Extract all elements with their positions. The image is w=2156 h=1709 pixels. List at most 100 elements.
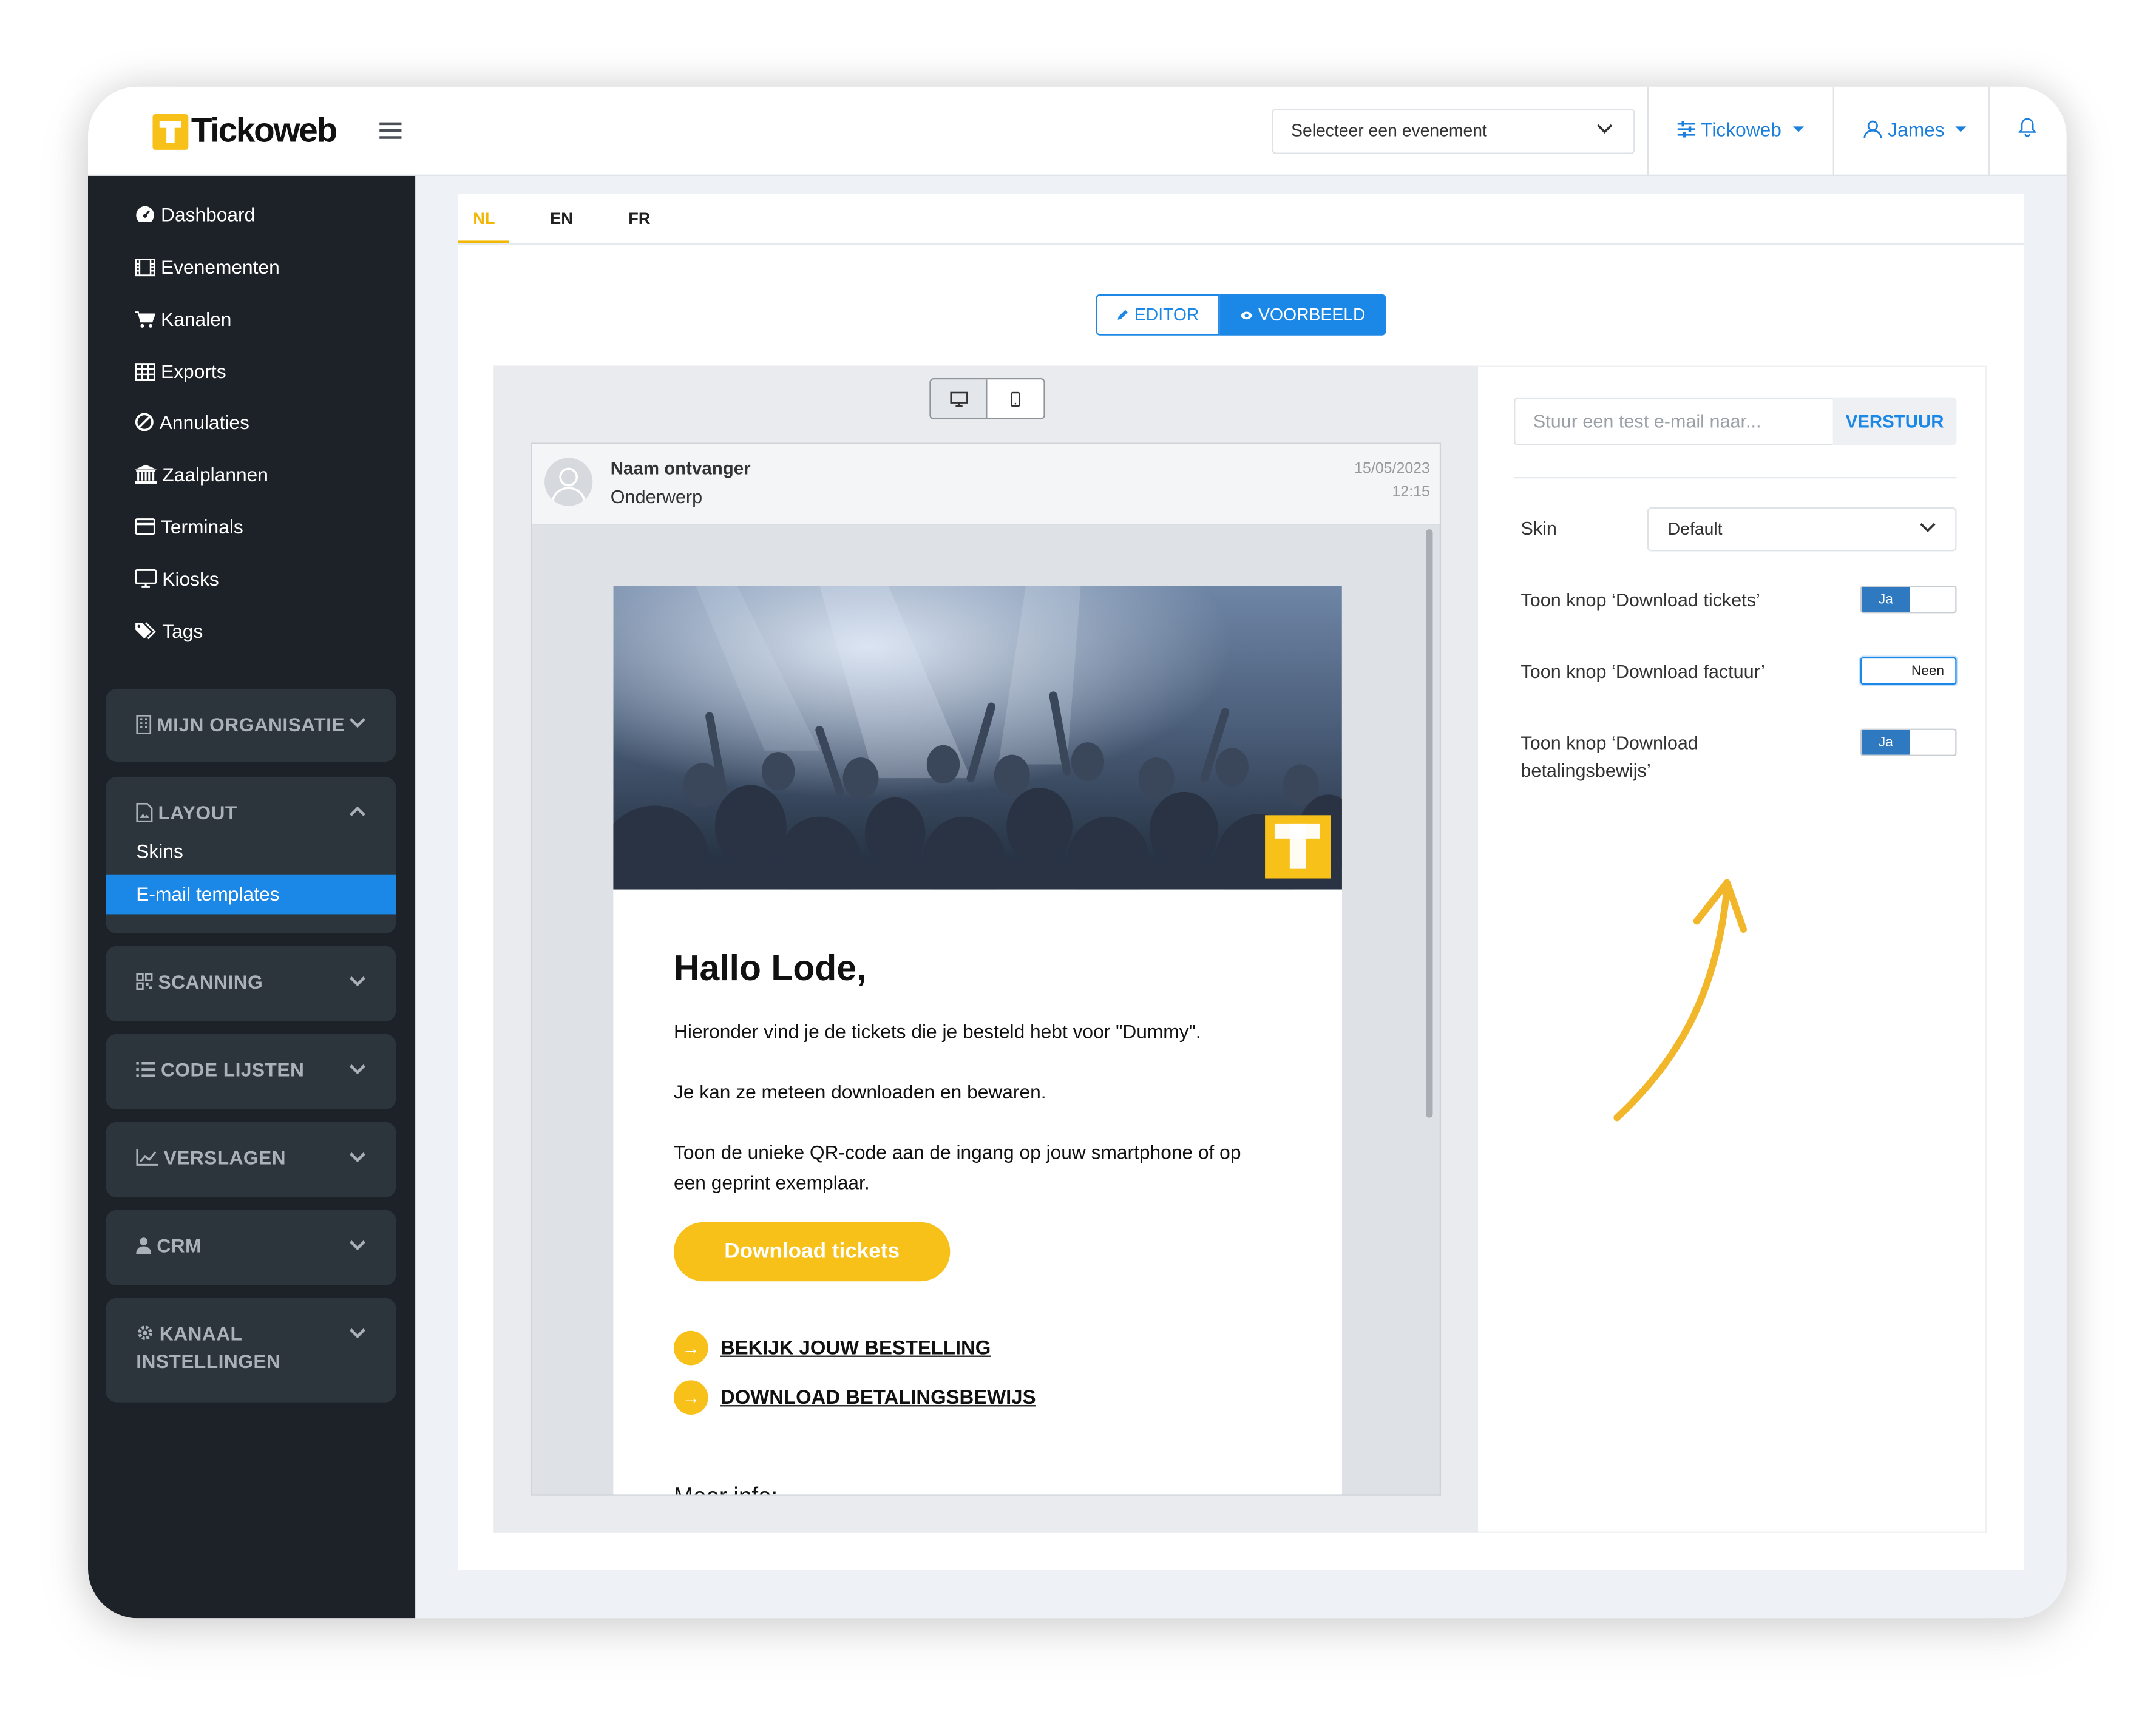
desktop-view-button[interactable] [931, 379, 988, 418]
toggle-download-betalingsbewijs[interactable]: Ja [1860, 728, 1957, 756]
sidebar-group-crm[interactable]: CRM [106, 1210, 396, 1286]
caret-down-icon [1792, 126, 1804, 132]
org-menu[interactable]: Tickoweb [1677, 118, 1804, 141]
tab-nl[interactable]: NL [473, 209, 495, 228]
bell-icon[interactable] [2018, 117, 2036, 138]
sidebar-group-mijn-organisatie[interactable]: MIJN ORGANISATIE [106, 688, 396, 762]
org-menu-label: Tickoweb [1701, 118, 1781, 141]
sidebar-item-kiosks[interactable]: Kiosks [135, 568, 219, 590]
sidebar-item-tags[interactable]: Tags [135, 620, 203, 642]
sidebar-item-annulaties[interactable]: Annulaties [135, 411, 249, 433]
sidebar-item-label: Kanalen [161, 308, 232, 330]
view-order-link[interactable]: → BEKIJK JOUW BESTELLING [673, 1330, 991, 1366]
chevron-down-icon [350, 1240, 365, 1251]
group-label: VERSLAGEN [163, 1146, 286, 1169]
send-test-button[interactable]: VERSTUUR [1832, 397, 1957, 445]
skin-select-value: Default [1667, 519, 1723, 539]
active-tab-indicator [458, 240, 509, 243]
tab-en[interactable]: EN [550, 209, 573, 228]
tab-fr[interactable]: FR [628, 209, 650, 228]
toggle-label-line: Toon knop ‘Download [1520, 733, 1698, 754]
eye-icon [1241, 311, 1253, 319]
toggle-on-state: Ja [1862, 587, 1910, 612]
email-paragraph: Toon de unieke QR-code aan de ingang op … [673, 1141, 1241, 1194]
sidebar-subitem-email-templates[interactable]: E-mail templates [106, 874, 396, 915]
email-header: Naam ontvanger Onderwerp 15/05/2023 12:1… [532, 444, 1440, 526]
group-title: VERSLAGEN [136, 1144, 286, 1171]
sidebar-item-label: Kiosks [162, 567, 219, 590]
arrow-right-icon: → [673, 1380, 708, 1415]
file-image-icon [136, 802, 153, 822]
sidebar-group-code-lijsten[interactable]: CODE LIJSTEN [106, 1034, 396, 1110]
user-icon [1863, 120, 1882, 138]
group-title: CODE LIJSTEN [136, 1056, 304, 1083]
logo-text: Tickoweb [191, 111, 337, 150]
chevron-up-icon [350, 806, 365, 816]
download-tickets-button[interactable]: Download tickets [673, 1222, 951, 1282]
language-tabs: NL EN FR [458, 194, 2024, 245]
user-menu[interactable]: James [1863, 118, 1967, 141]
tags-icon [135, 622, 156, 640]
sidebar-group-verslagen[interactable]: VERSLAGEN [106, 1122, 396, 1198]
line-chart-icon [136, 1149, 158, 1166]
group-title: MIJN ORGANISATIE [136, 711, 345, 738]
sidebar-group-layout[interactable]: LAYOUT Skins E-mail templates [106, 776, 396, 934]
preview-button[interactable]: VOORBEELD [1219, 294, 1386, 336]
download-receipt-link[interactable]: → DOWNLOAD BETALINGSBEWIJS [673, 1380, 1036, 1415]
group-label-line1: KANAAL [159, 1322, 243, 1345]
mobile-icon [1011, 391, 1020, 407]
sidebar-item-kanalen[interactable]: Kanalen [134, 308, 232, 330]
event-select-value: Selecteer een evenement [1291, 121, 1487, 141]
editor-button[interactable]: EDITOR [1096, 294, 1220, 336]
desktop-icon [949, 391, 968, 407]
sidebar-group-kanaal-instellingen[interactable]: KANAAL INSTELLINGEN [106, 1298, 396, 1403]
email-greeting: Hallo Lode, [673, 947, 867, 989]
divider [1514, 477, 1957, 479]
pencil-icon [1117, 310, 1128, 320]
email-sender: Naam ontvanger [610, 458, 751, 479]
scrollbar[interactable] [1426, 529, 1433, 1118]
mobile-view-button[interactable] [987, 379, 1044, 418]
sidebar-subitem-skins[interactable]: Skins [136, 840, 183, 862]
device-toggle [929, 377, 1045, 419]
main-panel: NL EN FR EDITOR VOORBEELD Naam ontvanger… [458, 194, 2024, 1570]
preview-button-label: VOORBEELD [1258, 305, 1366, 325]
event-select[interactable]: Selecteer een evenement [1272, 108, 1635, 154]
list-icon [136, 1061, 155, 1077]
menu-toggle-icon[interactable] [379, 122, 402, 140]
skin-label: Skin [1520, 518, 1557, 539]
group-title: SCANNING [136, 968, 263, 995]
sidebar-item-zaalplannen[interactable]: Zaalplannen [134, 463, 268, 486]
toggle-download-tickets[interactable]: Ja [1860, 586, 1957, 614]
skin-select[interactable]: Default [1647, 507, 1957, 552]
group-label: MIJN ORGANISATIE [157, 713, 345, 736]
card-icon [135, 518, 155, 535]
test-email-input[interactable]: Stuur een test e-mail naar... [1514, 397, 1833, 445]
logo[interactable]: Tickoweb [152, 111, 337, 151]
chevron-down-icon [350, 1328, 365, 1339]
toggle-download-factuur[interactable]: Neen [1860, 657, 1957, 685]
building-icon [136, 714, 152, 734]
sidebar-item-label: Terminals [161, 515, 243, 538]
annotation-arrow-icon [1613, 879, 1748, 1122]
sidebar-item-exports[interactable]: Exports [135, 360, 226, 382]
sidebar-item-evenementen[interactable]: Evenementen [135, 256, 280, 278]
caret-down-icon [1955, 126, 1967, 132]
download-receipt-link-label: DOWNLOAD BETALINGSBEWIJS [720, 1386, 1036, 1409]
app-window: Tickoweb Selecteer een evenement Tickowe… [87, 86, 2067, 1619]
toggle-label-line: betalingsbewijs’ [1520, 760, 1651, 781]
qrcode-icon [136, 973, 153, 990]
sidebar-item-label: Zaalplannen [162, 463, 268, 486]
email-preview-area: Naam ontvanger Onderwerp 15/05/2023 12:1… [493, 365, 1479, 1533]
group-label: CRM [157, 1234, 202, 1257]
group-title: LAYOUT [136, 799, 237, 826]
sidebar-item-terminals[interactable]: Terminals [135, 515, 243, 538]
email-body: Hallo Lode, Hieronder vind je de tickets… [613, 586, 1342, 1495]
sidebar-group-scanning[interactable]: SCANNING [106, 946, 396, 1022]
group-title: KANAAL INSTELLINGEN [136, 1320, 280, 1375]
gear-icon [138, 1325, 152, 1340]
building-icon [134, 464, 157, 484]
sidebar-item-dashboard[interactable]: Dashboard [135, 203, 255, 226]
user-menu-label: James [1888, 118, 1945, 141]
hero-logo-icon [1265, 815, 1331, 879]
